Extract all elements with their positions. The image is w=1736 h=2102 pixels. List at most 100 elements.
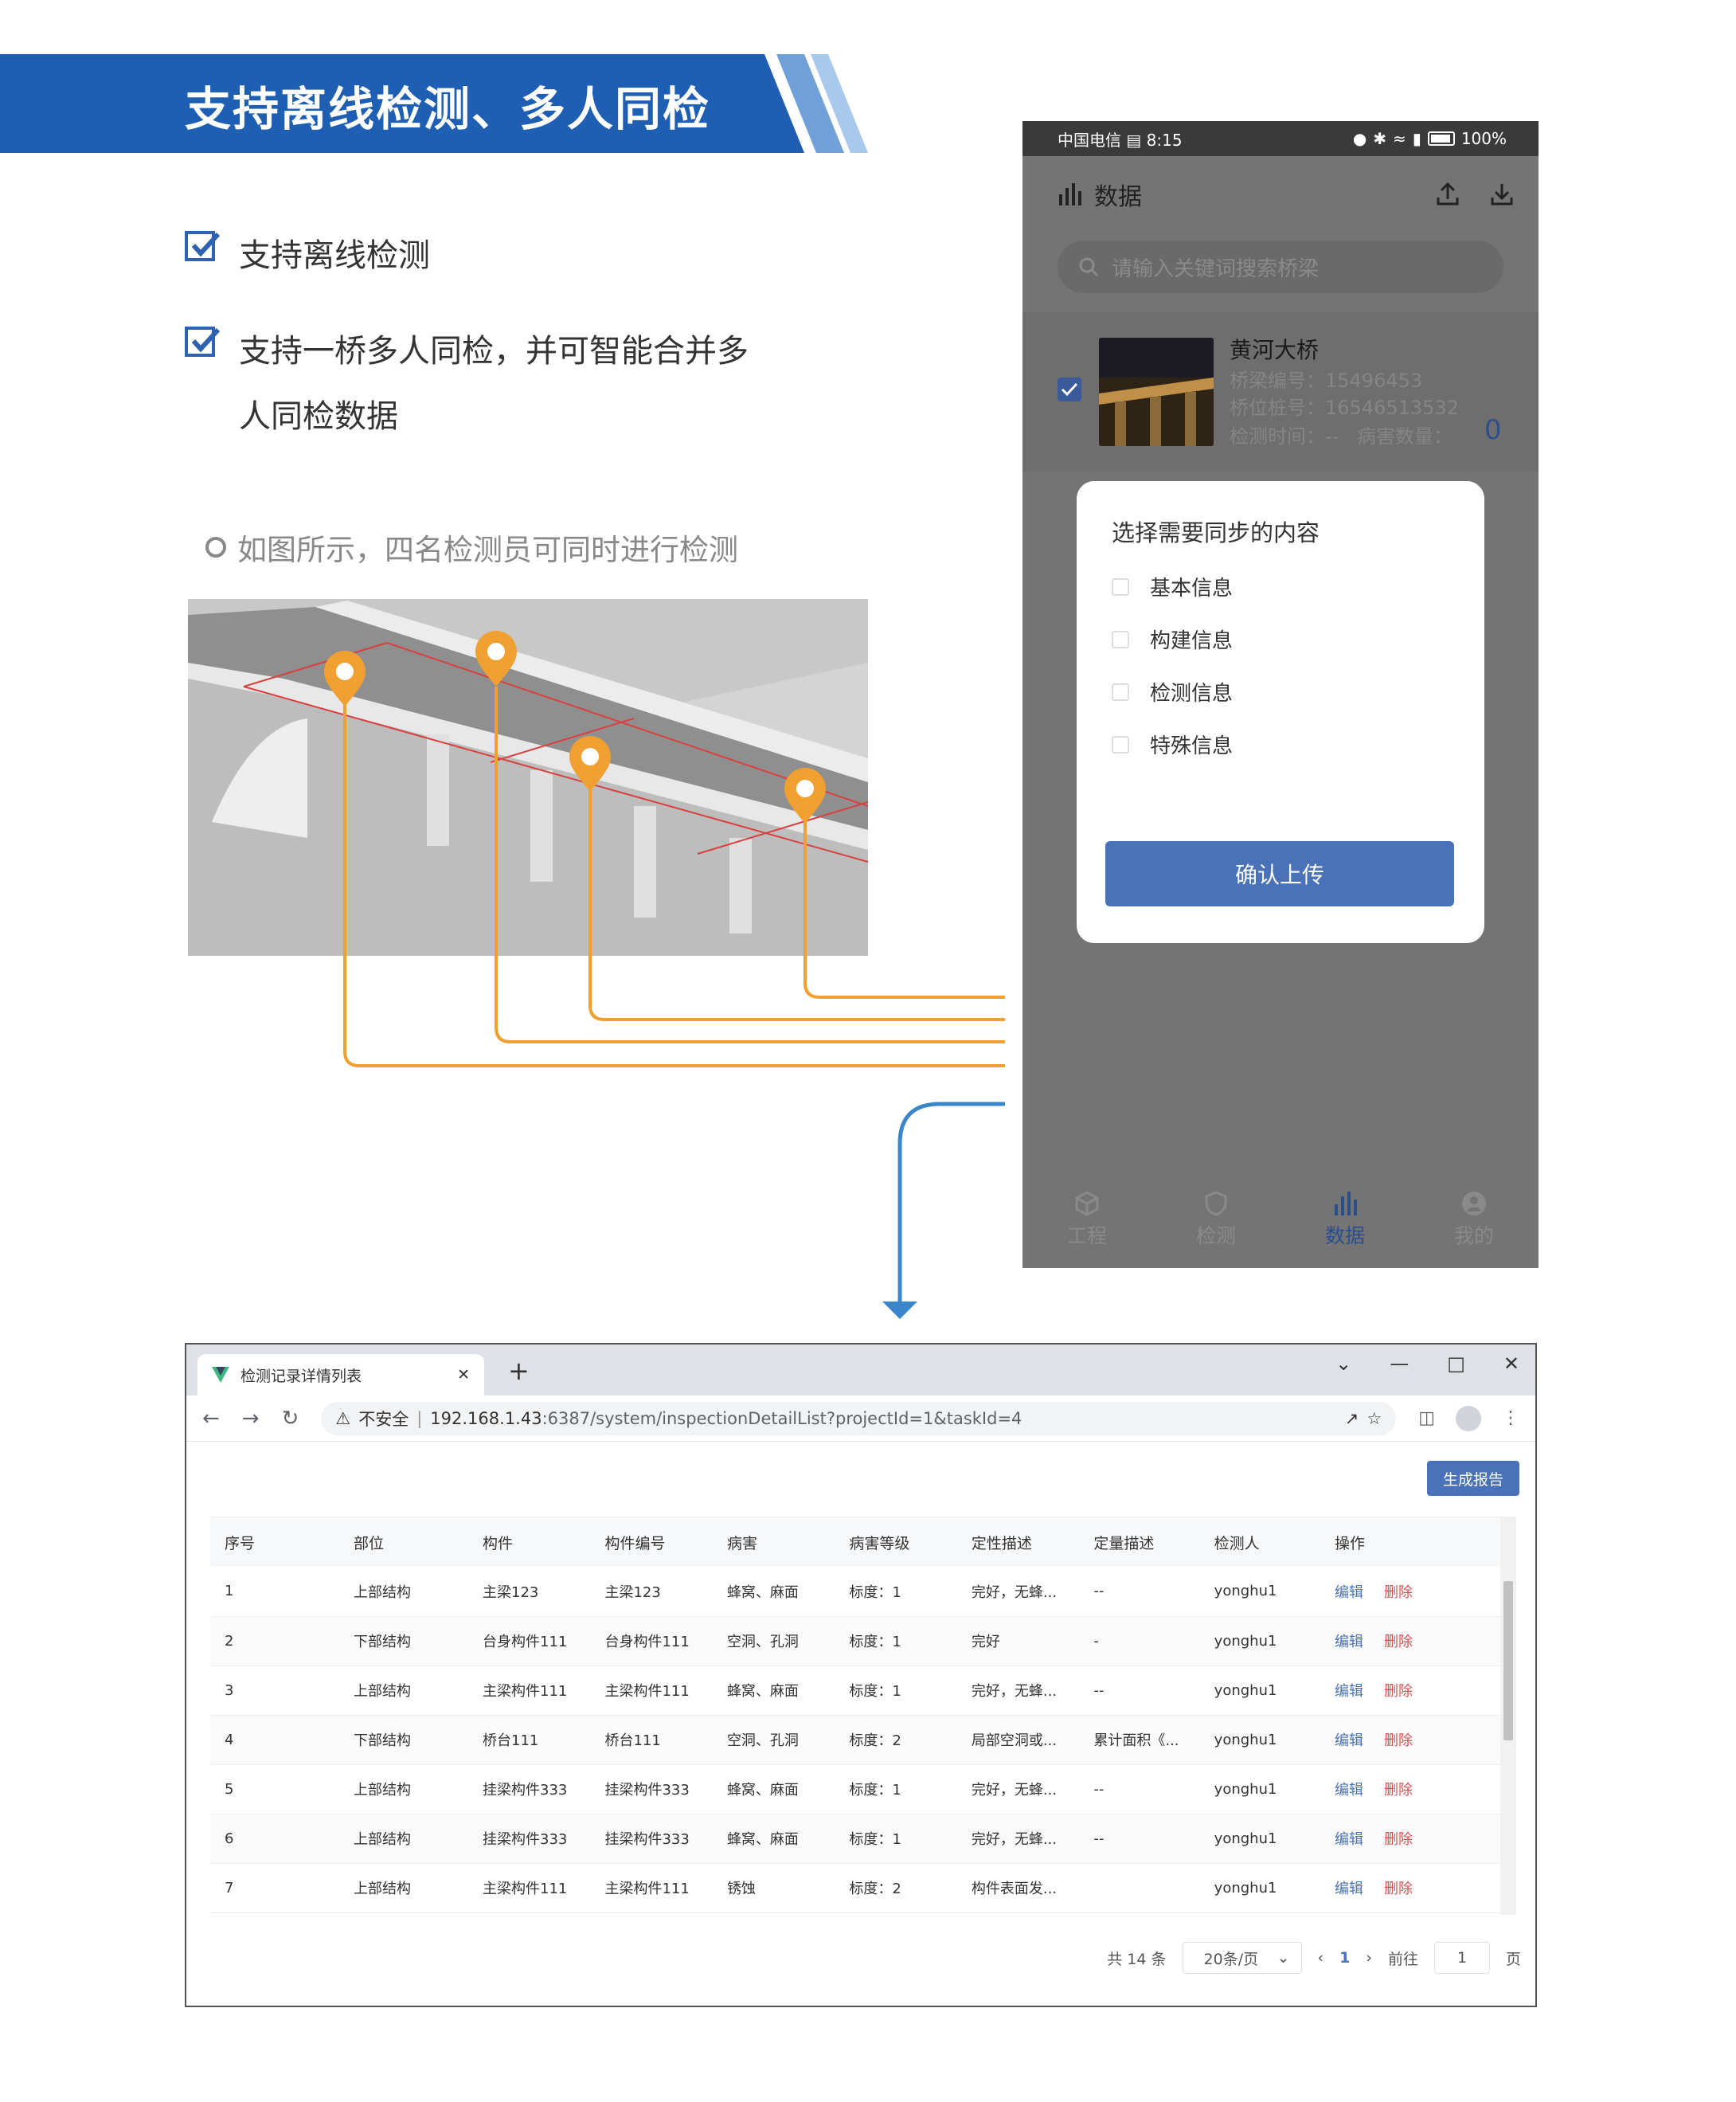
pagination: 共 14 条 20条/页 ⌄ ‹ 1 › 前往 1 页 — [1107, 1942, 1521, 1974]
bridge-list-item[interactable]: 黄河大桥 桥梁编号：15496453 桥位桩号：16546513532 检测时间… — [1022, 312, 1539, 472]
option-inspection-info[interactable]: 检测信息 — [1112, 677, 1233, 707]
table-cell: yonghu1 — [1199, 1764, 1320, 1814]
edit-link[interactable]: 编辑 — [1335, 1584, 1363, 1601]
url-path: :6387/system/inspectionDetailList?projec… — [542, 1408, 1022, 1428]
column-header: 构件 — [468, 1517, 591, 1567]
battery-text: 100% — [1460, 129, 1507, 148]
menu-kebab-icon[interactable]: ⋮ — [1502, 1408, 1519, 1428]
signal-icon: ▮ — [1412, 129, 1421, 148]
goto-label: 前往 — [1387, 1950, 1418, 1968]
table-row: 6 上部结构 挂梁构件333 挂梁构件333 蜂窝、麻面 标度：1 完好，无蜂... -- yo… — [210, 1814, 1500, 1864]
option-label: 检测信息 — [1150, 682, 1234, 706]
page-size-select[interactable]: 20条/页 ⌄ — [1182, 1942, 1302, 1974]
edit-link[interactable]: 编辑 — [1335, 1683, 1363, 1700]
tab-project[interactable]: 工程 — [1022, 1172, 1151, 1268]
tab-data[interactable]: 数据 — [1280, 1172, 1410, 1268]
search-placeholder: 请输入关键词搜索桥梁 — [1112, 256, 1320, 281]
delete-link[interactable]: 删除 — [1384, 1683, 1413, 1700]
table-cell: 主梁构件111 — [468, 1666, 591, 1716]
goto-page-input[interactable]: 1 — [1433, 1942, 1490, 1974]
next-page-icon[interactable]: › — [1366, 1949, 1372, 1967]
page-number[interactable]: 1 — [1339, 1949, 1350, 1967]
minimize-icon[interactable]: — — [1390, 1352, 1409, 1375]
option-special-info[interactable]: 特殊信息 — [1112, 730, 1233, 759]
reload-icon[interactable]: ↻ — [282, 1407, 299, 1431]
table-scrollbar[interactable] — [1500, 1517, 1516, 1915]
close-tab-icon[interactable]: ✕ — [457, 1366, 470, 1384]
operation-cell: 编辑 删除 — [1320, 1666, 1500, 1716]
table-cell: 下部结构 — [339, 1616, 468, 1666]
table-cell: 7 — [210, 1863, 339, 1913]
tab-inspect[interactable]: 检测 — [1151, 1172, 1280, 1268]
tab-mine[interactable]: 我的 — [1410, 1172, 1539, 1268]
checkbox[interactable] — [1112, 577, 1129, 596]
bridge-name: 黄河大桥 — [1230, 337, 1320, 363]
column-header: 定性描述 — [956, 1517, 1080, 1567]
table-cell — [1079, 1863, 1200, 1913]
status-bar: 中国电信 ▤ 8:15 ● ✱ ≈ ▮ 100% — [1022, 121, 1539, 156]
confirm-upload-button[interactable]: 确认上传 — [1105, 841, 1454, 906]
close-icon[interactable]: ✕ — [1503, 1352, 1519, 1375]
table-cell: yonghu1 — [1199, 1567, 1320, 1617]
table-cell: 桥台111 — [468, 1715, 591, 1765]
checkbox[interactable] — [1112, 683, 1129, 701]
table-cell: 标度：1 — [835, 1666, 957, 1716]
delete-link[interactable]: 删除 — [1384, 1831, 1413, 1848]
checkbox[interactable] — [1112, 630, 1129, 648]
option-component-info[interactable]: 构建信息 — [1112, 624, 1233, 654]
delete-link[interactable]: 删除 — [1384, 1732, 1413, 1749]
upload-icon[interactable] — [1435, 182, 1460, 207]
new-tab-icon[interactable]: + — [508, 1356, 530, 1386]
edit-link[interactable]: 编辑 — [1335, 1881, 1363, 1897]
dialog-title: 选择需要同步的内容 — [1112, 519, 1320, 546]
edit-link[interactable]: 编辑 — [1335, 1634, 1363, 1650]
delete-link[interactable]: 删除 — [1384, 1634, 1413, 1650]
back-icon[interactable]: ← — [202, 1407, 220, 1431]
browser-tab[interactable]: 检测记录详情列表 ✕ — [197, 1354, 484, 1395]
shield-icon — [1205, 1191, 1227, 1216]
table-row: 4 下部结构 桥台111 桥台111 空洞、孔洞 标度：2 局部空洞或... 累计面积《...… — [210, 1715, 1500, 1765]
star-icon[interactable]: ☆ — [1367, 1409, 1382, 1428]
table-cell: 5 — [210, 1764, 339, 1814]
column-header: 构件编号 — [590, 1517, 713, 1567]
sidebar-icon[interactable]: ◫ — [1418, 1408, 1435, 1428]
share-icon[interactable]: ↗ — [1345, 1409, 1359, 1428]
option-basic-info[interactable]: 基本信息 — [1112, 572, 1233, 601]
table-cell: 主梁123 — [468, 1567, 591, 1617]
table-row: 3 上部结构 主梁构件111 主梁构件111 蜂窝、麻面 标度：1 完好，无蜂... -- yo… — [210, 1666, 1500, 1716]
edit-link[interactable]: 编辑 — [1335, 1831, 1363, 1848]
download-icon[interactable] — [1489, 182, 1515, 207]
app-header: 数据 — [1022, 156, 1539, 233]
option-label: 基本信息 — [1150, 577, 1234, 601]
forward-icon[interactable]: → — [242, 1407, 260, 1431]
delete-link[interactable]: 删除 — [1384, 1881, 1413, 1897]
table-cell: 上部结构 — [339, 1814, 468, 1864]
delete-link[interactable]: 删除 — [1384, 1584, 1413, 1601]
table-cell: 桥台111 — [590, 1715, 713, 1765]
address-bar[interactable]: ⚠ 不安全 | 192.168.1.43:6387/system/inspect… — [321, 1401, 1397, 1435]
search-input[interactable]: 请输入关键词搜索桥梁 — [1058, 241, 1503, 293]
table-cell: 完好，无蜂... — [956, 1666, 1080, 1716]
table-cell: 挂梁构件333 — [590, 1814, 713, 1864]
card-checkbox[interactable] — [1058, 378, 1081, 401]
scrollbar-thumb[interactable] — [1503, 1581, 1513, 1740]
browser-toolbar: ← → ↻ ⚠ 不安全 | 192.168.1.43:6387/system/i… — [186, 1395, 1535, 1442]
column-header: 检测人 — [1199, 1517, 1320, 1567]
table-cell: yonghu1 — [1199, 1666, 1320, 1716]
checkbox[interactable] — [1112, 735, 1129, 754]
table-cell: 主梁123 — [590, 1567, 713, 1617]
generate-report-button[interactable]: 生成报告 — [1427, 1461, 1519, 1496]
maximize-icon[interactable]: □ — [1447, 1352, 1465, 1375]
address-separator: | — [416, 1408, 423, 1428]
tab-label: 工程 — [1066, 1224, 1107, 1247]
table-cell: 上部结构 — [339, 1666, 468, 1716]
profile-avatar-icon[interactable] — [1456, 1405, 1481, 1431]
delete-link[interactable]: 删除 — [1384, 1782, 1413, 1799]
prev-page-icon[interactable]: ‹ — [1318, 1949, 1324, 1967]
table-cell: yonghu1 — [1199, 1715, 1320, 1765]
edit-link[interactable]: 编辑 — [1335, 1782, 1363, 1799]
edit-link[interactable]: 编辑 — [1335, 1732, 1363, 1749]
inspection-table: 序号 部位 构件 构件编号 病害 病害等级 定性描述 定量描述 检测人 操作 1 上部结构 主梁123… — [210, 1517, 1516, 1915]
chevron-down-icon[interactable]: ⌄ — [1335, 1352, 1351, 1375]
bluetooth-icon: ✱ — [1373, 129, 1387, 148]
